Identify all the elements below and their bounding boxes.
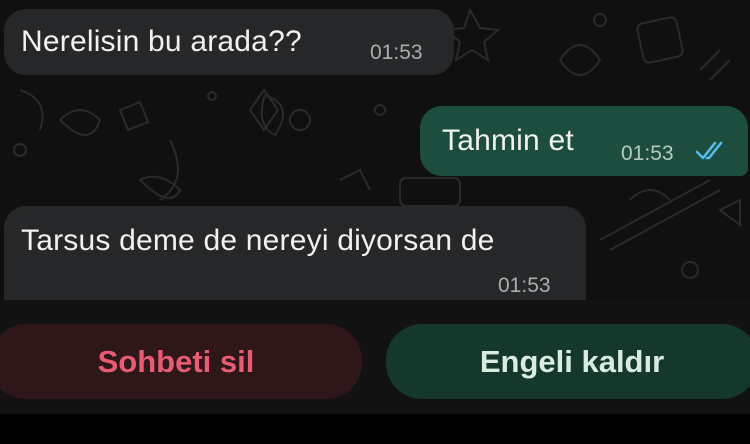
- double-check-icon: [695, 140, 727, 167]
- message-time: 01:53: [621, 142, 674, 165]
- message-text: Nerelisin bu arada??: [21, 25, 302, 58]
- message-bubble-incoming[interactable]: Nerelisin bu arada?? 01:53: [4, 9, 454, 75]
- home-indicator-area: [0, 414, 750, 444]
- message-text: Tarsus deme de nereyi diyorsan de: [21, 224, 495, 257]
- message-bubble-incoming[interactable]: Tarsus deme de nereyi diyorsan de 01:53: [4, 206, 586, 300]
- message-time: 01:53: [498, 274, 551, 297]
- message-time: 01:53: [370, 41, 423, 64]
- message-text: Tahmin et: [442, 124, 574, 157]
- unblock-button[interactable]: Engeli kaldır: [386, 324, 750, 399]
- message-bubble-outgoing[interactable]: Tahmin et 01:53: [420, 106, 748, 176]
- delete-chat-button[interactable]: Sohbeti sil: [0, 324, 362, 399]
